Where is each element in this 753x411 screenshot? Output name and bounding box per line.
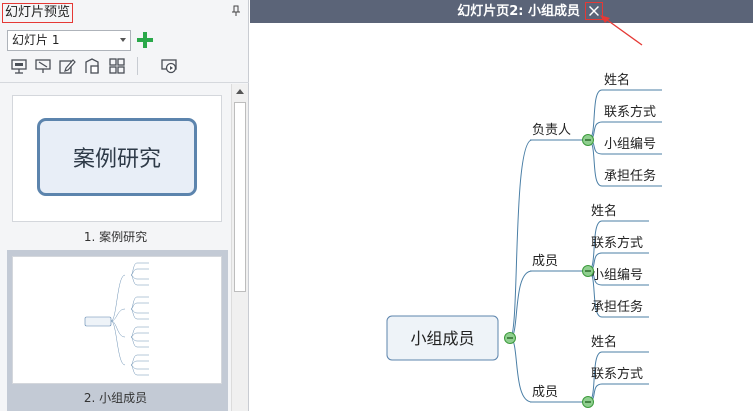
- thumbnail-scrollbar[interactable]: [231, 84, 248, 411]
- branch-topic-label: 负责人: [532, 123, 571, 138]
- slide-preview-panel: 幻灯片预览 幻灯片 1 案例研究 1. 案例研究 2. 小组成员: [0, 0, 249, 411]
- branch-topic-label: 成员: [532, 254, 558, 269]
- slide-page-title: 幻灯片页2: 小组成员: [457, 4, 580, 19]
- chevron-down-icon: [120, 38, 126, 42]
- slide-thumbnail-list: 案例研究 1. 案例研究 2. 小组成员: [0, 84, 231, 411]
- slide-settings-icon[interactable]: [83, 57, 101, 75]
- scrollbar-thumb[interactable]: [234, 102, 246, 292]
- slide-1-caption: 1. 案例研究: [83, 230, 148, 244]
- slide-title-bar: 幻灯片页2: 小组成员: [250, 0, 753, 23]
- subtopic-label: 承担任务: [591, 299, 643, 315]
- root-topic-label: 小组成员: [410, 329, 474, 348]
- mindmap: 小组成员负责人姓名联系方式小组编号承担任务成员姓名联系方式小组编号承担任务成员姓…: [386, 72, 662, 408]
- divider: [0, 82, 249, 83]
- slide-thumbnail-2[interactable]: [12, 256, 222, 384]
- presenter-icon[interactable]: [10, 57, 28, 75]
- mindmap-canvas: 小组成员 负责人 姓名 联系方式 小组编号 承担任务 成员 姓名 联系方式 小组编号 承担任务 成员姓…: [250, 23, 753, 411]
- panel-title: 幻灯片预览: [2, 3, 74, 23]
- slide-2-mindmap-preview: [84, 262, 149, 376]
- toolbar-separator: [137, 57, 138, 75]
- slide-selector-value: 幻灯片 1: [12, 33, 60, 47]
- slide-2-caption: 2. 小组成员: [83, 391, 148, 405]
- subtopic-label: 承担任务: [604, 168, 656, 184]
- subtopic-connector: [587, 383, 649, 403]
- subtopic-label: 姓名: [591, 334, 617, 350]
- play-slideshow-icon[interactable]: [160, 57, 178, 75]
- slide-selector[interactable]: 幻灯片 1: [7, 30, 131, 51]
- pin-icon[interactable]: [230, 5, 242, 17]
- scroll-up-arrow-icon[interactable]: [232, 84, 248, 100]
- branch-connector: [509, 139, 570, 339]
- subtopic-label: 联系方式: [604, 104, 656, 120]
- edit-icon[interactable]: [58, 57, 76, 75]
- add-slide-button[interactable]: [136, 31, 154, 49]
- branch-connector: [509, 270, 570, 339]
- subtopic-label: 小组编号: [591, 268, 643, 283]
- branch-topic-label: 成员: [532, 385, 558, 400]
- subtopic-label: 联系方式: [591, 366, 643, 382]
- slide-1-topic: 案例研究: [37, 118, 197, 196]
- subtopic-label: 联系方式: [591, 235, 643, 251]
- slide-thumbnail-1[interactable]: 案例研究: [12, 95, 222, 222]
- slide-hide-icon[interactable]: [34, 57, 52, 75]
- layout-grid-icon[interactable]: [108, 57, 126, 75]
- subtopic-label: 姓名: [591, 203, 617, 219]
- subtopic-label: 小组编号: [604, 137, 656, 152]
- subtopic-label: 姓名: [604, 72, 630, 88]
